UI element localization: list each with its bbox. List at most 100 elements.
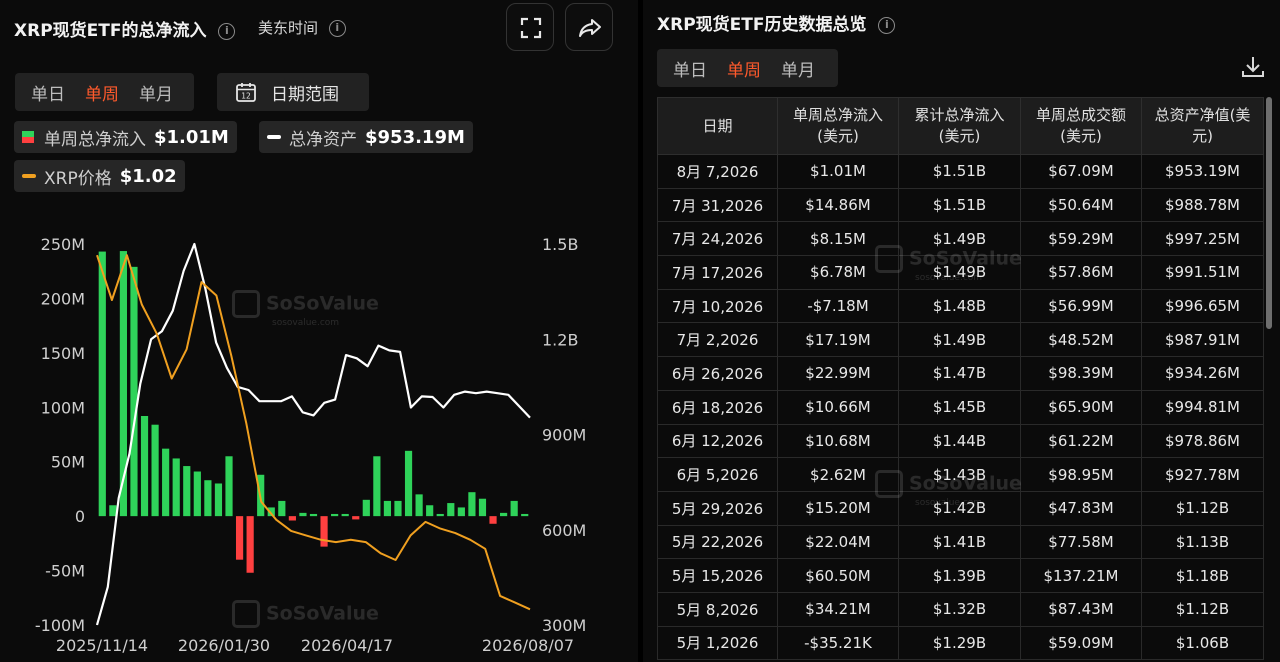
history-tab-week[interactable]: 单周: [717, 56, 771, 81]
inflow-bar: [341, 513, 349, 517]
cell-date: 6月 26,2026: [657, 356, 778, 391]
watermark-logo-icon: [232, 600, 260, 628]
table-row[interactable]: 7月 10,2026 -$7.18M $1.48B $56.99M $996.65M: [657, 288, 1264, 324]
cell-net-assets: $1.12B: [1141, 591, 1264, 627]
cell-weekly-volume: $65.90M: [1020, 389, 1142, 425]
cell-net-assets: $934.26M: [1141, 356, 1264, 391]
table-header-row: 日期 单周总净流入 (美元) 累计总净流入 (美元) 单周总成交额 (美元) 总资产净…: [657, 97, 1264, 155]
inflow-bar: [468, 492, 476, 517]
header-weekly-volume[interactable]: 单周总成交额 (美元): [1020, 97, 1142, 155]
header-cumulative-inflow[interactable]: 累计总净流入 (美元): [898, 97, 1021, 155]
info-icon[interactable]: i: [328, 20, 346, 37]
inflow-bar: [404, 450, 413, 517]
header-weekly-inflow[interactable]: 单周总净流入 (美元): [777, 97, 899, 155]
y-left-tick-label: 0: [75, 507, 85, 526]
inflow-bar: [278, 500, 286, 517]
inflow-bar: [320, 516, 328, 547]
legend-xrp-price-label: XRP价格: [44, 168, 112, 189]
legend-net-assets-label: 总净资产: [289, 129, 357, 150]
history-tab-day[interactable]: 单日: [663, 56, 717, 81]
y-right-tick-label: 1.5B: [542, 235, 578, 254]
cell-weekly-volume: $98.39M: [1020, 356, 1142, 391]
cell-weekly-volume: $61.22M: [1020, 423, 1142, 459]
cell-cumulative-inflow: $1.47B: [898, 356, 1021, 391]
inflow-bar: [383, 500, 392, 517]
cell-cumulative-inflow: $1.44B: [898, 423, 1021, 459]
fullscreen-button[interactable]: [506, 3, 554, 51]
y-left-tick-label: 50M: [51, 453, 85, 472]
share-icon: [579, 19, 601, 37]
cell-date: 5月 15,2026: [657, 558, 778, 593]
cell-net-assets: $997.25M: [1141, 221, 1264, 257]
inflow-chart[interactable]: 250M 200M 150M 100M 50M 0 -50M -100M 1.5B 1.2B 900…: [0, 220, 638, 662]
cell-net-assets: $1.06B: [1141, 625, 1264, 661]
tab-day[interactable]: 单日: [21, 80, 75, 105]
inflow-bar: [140, 415, 149, 517]
header-net-assets[interactable]: 总资产净值(美 元): [1141, 97, 1264, 155]
inflow-bar: [426, 505, 434, 517]
table-row[interactable]: 6月 12,2026 $10.68M $1.44B $61.22M $978.86M: [657, 423, 1264, 459]
history-panel-title: XRP现货ETF历史数据总览 i: [657, 10, 896, 35]
cell-weekly-volume: $137.21M: [1020, 558, 1142, 593]
cell-date: 6月 12,2026: [657, 423, 778, 459]
cell-weekly-inflow: $22.99M: [777, 356, 899, 391]
inflow-bar: [235, 516, 244, 560]
cell-weekly-volume: $56.99M: [1020, 288, 1142, 324]
inflow-bar: [394, 500, 402, 517]
cell-cumulative-inflow: $1.48B: [898, 288, 1021, 324]
y-left-tick-label: 250M: [41, 235, 85, 254]
inflow-bar: [130, 266, 138, 517]
cell-weekly-volume: $77.58M: [1020, 524, 1142, 560]
y-right-tick-label: 900M: [542, 426, 586, 445]
history-table: 日期 单周总净流入 (美元) 累计总净流入 (美元) 单周总成交额 (美元) 总资产净…: [657, 97, 1264, 661]
tab-month[interactable]: 单月: [129, 80, 183, 105]
info-icon[interactable]: i: [218, 22, 236, 40]
table-row[interactable]: 5月 8,2026 $34.21M $1.32B $87.43M $1.12B: [657, 591, 1264, 627]
table-row[interactable]: 6月 18,2026 $10.66M $1.45B $65.90M $994.81M: [657, 389, 1264, 425]
cell-net-assets: $987.91M: [1141, 322, 1264, 358]
cell-weekly-volume: $47.83M: [1020, 490, 1142, 526]
cell-date: 5月 29,2026: [657, 490, 778, 526]
legend-net-assets[interactable]: 总净资产 $953.19M: [259, 121, 473, 153]
y-right-tick-label: 1.2B: [542, 330, 578, 349]
download-icon[interactable]: [1240, 54, 1266, 80]
x-tick-label: 2026/01/30: [178, 636, 270, 655]
header-date[interactable]: 日期: [657, 97, 778, 155]
cell-weekly-volume: $67.09M: [1020, 154, 1142, 189]
history-tab-month[interactable]: 单月: [771, 56, 825, 81]
cell-cumulative-inflow: $1.29B: [898, 625, 1021, 661]
cell-date: 7月 31,2026: [657, 187, 778, 223]
table-row[interactable]: 5月 22,2026 $22.04M $1.41B $77.58M $1.13B: [657, 524, 1264, 560]
cell-weekly-inflow: $17.19M: [777, 322, 899, 358]
chart-title-text: XRP现货ETF的总净流入: [14, 21, 207, 41]
cell-weekly-volume: $59.29M: [1020, 221, 1142, 257]
inflow-bar: [362, 499, 370, 517]
tab-week[interactable]: 单周: [75, 80, 129, 105]
table-row[interactable]: 6月 26,2026 $22.99M $1.47B $98.39M $934.26M: [657, 356, 1264, 391]
cell-cumulative-inflow: $1.51B: [898, 154, 1021, 189]
inflow-bar: [373, 456, 381, 517]
cell-weekly-inflow: $10.68M: [777, 423, 899, 459]
table-scrollbar[interactable]: [1266, 97, 1272, 329]
inflow-bar: [109, 505, 117, 517]
cell-weekly-volume: $50.64M: [1020, 187, 1142, 223]
inflow-bar: [183, 466, 191, 517]
info-icon[interactable]: i: [878, 16, 896, 34]
legend-xrp-price[interactable]: XRP价格 $1.02: [14, 160, 185, 192]
inflow-bar: [172, 458, 180, 517]
inflow-bar: [457, 507, 465, 517]
date-range-button[interactable]: 12 日期范围: [217, 73, 369, 111]
watermark-logo-icon: [875, 470, 903, 498]
table-row[interactable]: 8月 7,2026 $1.01M $1.51B $67.09M $953.19M: [657, 154, 1264, 189]
table-row[interactable]: 7月 2,2026 $17.19M $1.49B $48.52M $987.91M: [657, 322, 1264, 358]
table-row[interactable]: 5月 1,2026 -$35.21K $1.29B $59.09M $1.06B: [657, 625, 1264, 661]
table-row[interactable]: 5月 15,2026 $60.50M $1.39B $137.21M $1.18B: [657, 558, 1264, 593]
line-legend-swatch-orange: [22, 174, 36, 178]
share-button[interactable]: [565, 3, 613, 51]
legend-weekly-inflow[interactable]: 单周总净流入 $1.01M: [14, 121, 237, 153]
cell-net-assets: $994.81M: [1141, 389, 1264, 425]
cell-date: 6月 18,2026: [657, 389, 778, 425]
table-row[interactable]: 7月 31,2026 $14.86M $1.51B $50.64M $988.78M: [657, 187, 1264, 223]
cell-weekly-inflow: $14.86M: [777, 187, 899, 223]
cell-weekly-volume: $57.86M: [1020, 255, 1142, 290]
